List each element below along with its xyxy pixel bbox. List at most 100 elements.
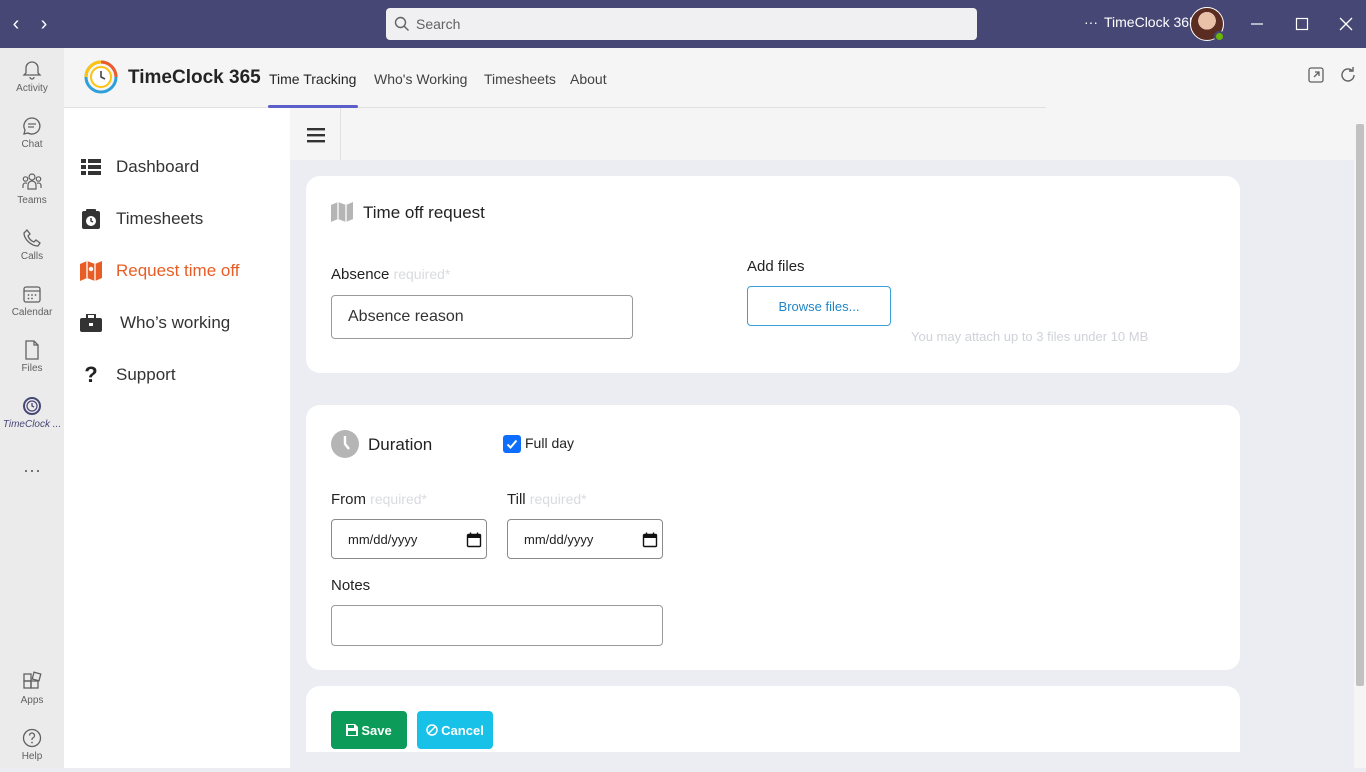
sidebar-item-dashboard[interactable]: Dashboard <box>80 152 199 182</box>
sidebar-item-label: Timesheets <box>116 209 204 228</box>
add-files-label: Add files <box>747 258 805 275</box>
time-off-title: Time off request <box>363 203 485 222</box>
till-label: Till required* <box>507 491 587 508</box>
more-options-icon[interactable]: ··· <box>1084 14 1098 30</box>
header-actions <box>1046 48 1366 108</box>
back-arrow-icon[interactable]: ‹ <box>4 12 28 36</box>
maximize-icon[interactable] <box>1290 12 1314 36</box>
avatar[interactable] <box>1190 7 1225 42</box>
app-title: TimeClock 365 <box>1104 14 1197 30</box>
hamburger-menu-icon[interactable] <box>296 118 336 152</box>
rail-item-timeclock[interactable]: TimeClock ... <box>0 384 64 440</box>
help-icon <box>22 728 42 747</box>
rail-item-apps[interactable]: Apps <box>0 660 64 716</box>
till-date-input[interactable]: mm/dd/yyyy <box>507 519 663 559</box>
rail-more-icon[interactable]: ··· <box>0 442 64 498</box>
rail-label: TimeClock ... <box>2 418 62 430</box>
brand-name: TimeClock 365 <box>128 67 261 88</box>
sidebar-item-label: Support <box>116 365 176 384</box>
app-title-top[interactable]: ··· TimeClock 365 <box>1084 14 1197 30</box>
checkmark-icon <box>506 439 518 449</box>
calendar-icon[interactable] <box>466 532 482 548</box>
sidebar-item-request-time-off[interactable]: Request time off <box>80 256 239 286</box>
sidebar-item-timesheets[interactable]: Timesheets <box>80 204 203 234</box>
rail-label: Calls <box>20 250 44 262</box>
rail-item-chat[interactable]: Chat <box>0 104 64 160</box>
from-label: From required* <box>331 491 427 508</box>
rail-item-calls[interactable]: Calls <box>0 216 64 272</box>
timeclock-logo <box>84 60 118 94</box>
app-rail: Activity Chat Teams Calls Calendar Files… <box>0 48 64 768</box>
notes-field[interactable] <box>331 605 663 646</box>
map-icon <box>80 260 102 282</box>
briefcase-icon <box>80 312 102 334</box>
bell-icon <box>22 60 42 80</box>
search-input[interactable]: Search <box>386 8 977 40</box>
required-marker: required* <box>393 266 451 282</box>
rail-item-help[interactable]: Help <box>0 716 64 772</box>
rail-label: Calendar <box>11 306 53 318</box>
sidebar: Dashboard Timesheets Request time off Wh… <box>64 108 290 768</box>
from-label-text: From <box>331 491 366 508</box>
absence-label-text: Absence <box>331 266 390 283</box>
till-date-placeholder: mm/dd/yyyy <box>524 531 594 547</box>
popout-icon[interactable] <box>1306 65 1326 85</box>
rail-label: Files <box>21 362 43 374</box>
sidebar-item-support[interactable]: ? Support <box>80 360 176 390</box>
save-label: Save <box>361 722 392 738</box>
tab-timesheets[interactable]: Timesheets <box>484 71 556 87</box>
refresh-icon[interactable] <box>1338 65 1358 85</box>
files-hint: You may attach up to 3 files under 10 MB <box>911 329 1149 344</box>
minimize-icon[interactable] <box>1245 12 1269 36</box>
sidebar-item-whos-working[interactable]: Who’s working <box>80 308 230 338</box>
title-bar: ‹ › Search ··· TimeClock 365 <box>0 0 1366 48</box>
tab-time-tracking[interactable]: Time Tracking <box>269 71 356 87</box>
close-icon[interactable] <box>1334 12 1358 36</box>
search-placeholder: Search <box>416 16 461 32</box>
rail-item-calendar[interactable]: Calendar <box>0 272 64 328</box>
search-icon <box>394 16 409 31</box>
clock-icon <box>23 396 41 415</box>
rail-label: Help <box>21 750 43 762</box>
from-date-placeholder: mm/dd/yyyy <box>348 531 418 547</box>
online-status-icon <box>1214 31 1225 42</box>
tab-about[interactable]: About <box>570 71 607 87</box>
list-icon <box>80 156 102 178</box>
sidebar-item-label: Request time off <box>116 261 240 280</box>
cancel-button[interactable]: Cancel <box>417 711 493 749</box>
rail-item-teams[interactable]: Teams <box>0 160 64 216</box>
forward-arrow-icon[interactable]: › <box>32 12 56 36</box>
calendar-icon[interactable] <box>642 532 658 548</box>
required-marker: required* <box>370 491 427 507</box>
clock-icon <box>331 430 359 458</box>
notes-label: Notes <box>331 577 371 594</box>
rail-label: Apps <box>20 694 44 706</box>
toolbar-divider <box>340 108 341 160</box>
more-label: ··· <box>23 459 41 480</box>
sidebar-item-label: Dashboard <box>116 157 200 176</box>
map-icon <box>331 202 353 222</box>
sidebar-item-label: Who’s working <box>120 313 231 332</box>
absence-label: Absence required* <box>331 266 450 283</box>
rail-item-activity[interactable]: Activity <box>0 48 64 104</box>
required-marker: required* <box>529 491 587 507</box>
rail-item-files[interactable]: Files <box>0 328 64 384</box>
duration-title: Duration <box>368 435 433 454</box>
chat-icon <box>23 116 41 135</box>
file-icon <box>25 339 39 360</box>
rail-label: Activity <box>16 82 48 94</box>
from-date-input[interactable]: mm/dd/yyyy <box>331 519 487 559</box>
apps-icon <box>23 670 42 689</box>
browse-files-button[interactable]: Browse files... <box>747 286 891 326</box>
browse-files-label: Browse files... <box>778 298 860 314</box>
teams-icon <box>22 172 42 190</box>
floppy-disk-icon <box>346 724 359 736</box>
save-button[interactable]: Save <box>331 711 407 749</box>
rail-label: Chat <box>21 138 43 150</box>
full-day-checkbox[interactable] <box>503 435 521 453</box>
tab-whos-working[interactable]: Who's Working <box>374 71 467 87</box>
phone-icon <box>23 228 41 247</box>
absence-reason-select[interactable]: Absence reason <box>331 295 633 339</box>
scrollbar-thumb[interactable] <box>1356 124 1364 686</box>
cancel-icon <box>426 724 438 736</box>
